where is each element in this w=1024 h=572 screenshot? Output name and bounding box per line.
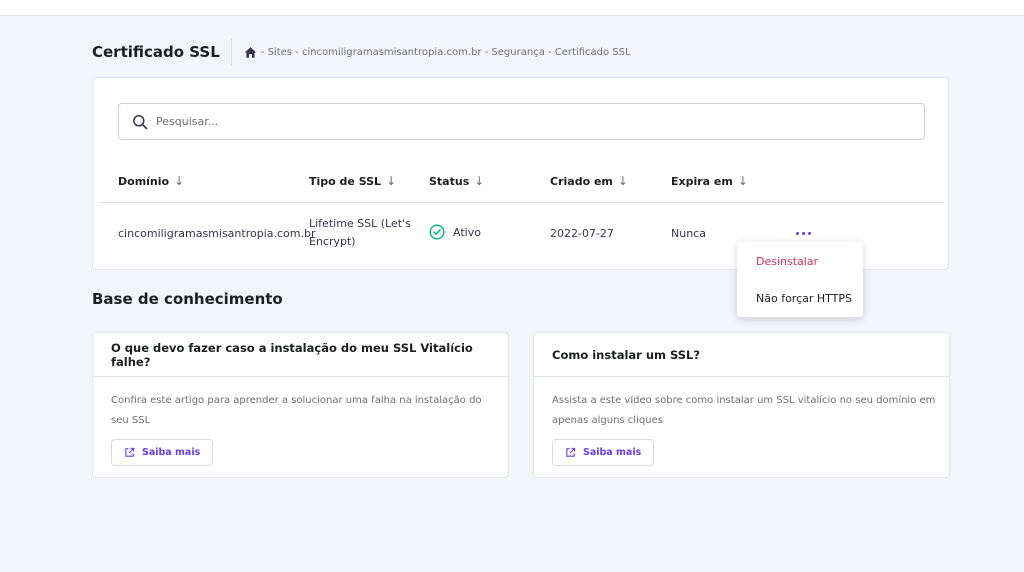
learn-more-button[interactable]: Saiba mais bbox=[552, 439, 655, 466]
sort-arrow-icon: ↓ bbox=[737, 174, 748, 188]
cell-domain: cincomiligramasmisantropia.com.br bbox=[118, 227, 316, 240]
top-bar bbox=[0, 0, 1024, 16]
menu-item-disable-force-https[interactable]: Não forçar HTTPS bbox=[737, 291, 863, 316]
cell-created: 2022-07-27 bbox=[550, 227, 614, 240]
menu-item-uninstall[interactable]: Desinstalar bbox=[737, 254, 863, 279]
row-actions-menu: Desinstalar Não forçar HTTPS bbox=[737, 242, 863, 317]
breadcrumb: - Sites - cincomiligramasmisantropia.com… bbox=[232, 46, 631, 59]
kb-card-text: Assista a este vídeo sobre como instalar… bbox=[552, 395, 936, 426]
kb-card-title: O que devo fazer caso a instalação do me… bbox=[93, 333, 508, 377]
page-header: Certificado SSL - Sites - cincomiligrama… bbox=[92, 38, 631, 66]
column-header-created[interactable]: Criado em ↓ bbox=[550, 174, 628, 188]
cell-status: Ativo bbox=[429, 224, 481, 240]
table-divider bbox=[99, 202, 944, 203]
search-box[interactable] bbox=[118, 103, 925, 140]
search-input[interactable] bbox=[156, 115, 856, 128]
breadcrumb-path[interactable]: - Sites - cincomiligramasmisantropia.com… bbox=[261, 47, 631, 58]
kb-card-ssl-failure: O que devo fazer caso a instalação do me… bbox=[92, 332, 509, 478]
sort-arrow-icon: ↓ bbox=[474, 174, 485, 188]
cell-expires: Nunca bbox=[671, 227, 706, 240]
sort-arrow-icon: ↓ bbox=[386, 174, 397, 188]
kb-card-text: Confira este artigo para aprender a solu… bbox=[111, 395, 482, 426]
kb-card-install-ssl: Como instalar um SSL? Assista a este víd… bbox=[533, 332, 950, 478]
check-circle-icon bbox=[429, 224, 445, 240]
sort-arrow-icon: ↓ bbox=[617, 174, 628, 188]
home-icon[interactable] bbox=[244, 46, 257, 59]
knowledge-base-title: Base de conhecimento bbox=[92, 290, 283, 308]
learn-more-button[interactable]: Saiba mais bbox=[111, 439, 214, 466]
more-dots-icon[interactable] bbox=[792, 226, 814, 240]
external-link-icon bbox=[565, 447, 576, 458]
search-icon bbox=[132, 114, 148, 130]
cell-ssl-type: Lifetime SSL (Let's Encrypt) bbox=[309, 217, 411, 248]
column-header-status[interactable]: Status ↓ bbox=[429, 174, 484, 188]
column-header-expires[interactable]: Expira em ↓ bbox=[671, 174, 748, 188]
external-link-icon bbox=[124, 447, 135, 458]
kb-card-title: Como instalar um SSL? bbox=[534, 333, 949, 377]
page-title: Certificado SSL bbox=[92, 39, 232, 65]
column-header-ssl-type[interactable]: Tipo de SSL ↓ bbox=[309, 174, 396, 188]
status-label: Ativo bbox=[453, 225, 481, 239]
sort-arrow-icon: ↓ bbox=[174, 174, 185, 188]
column-header-domain[interactable]: Domínio ↓ bbox=[118, 174, 184, 188]
